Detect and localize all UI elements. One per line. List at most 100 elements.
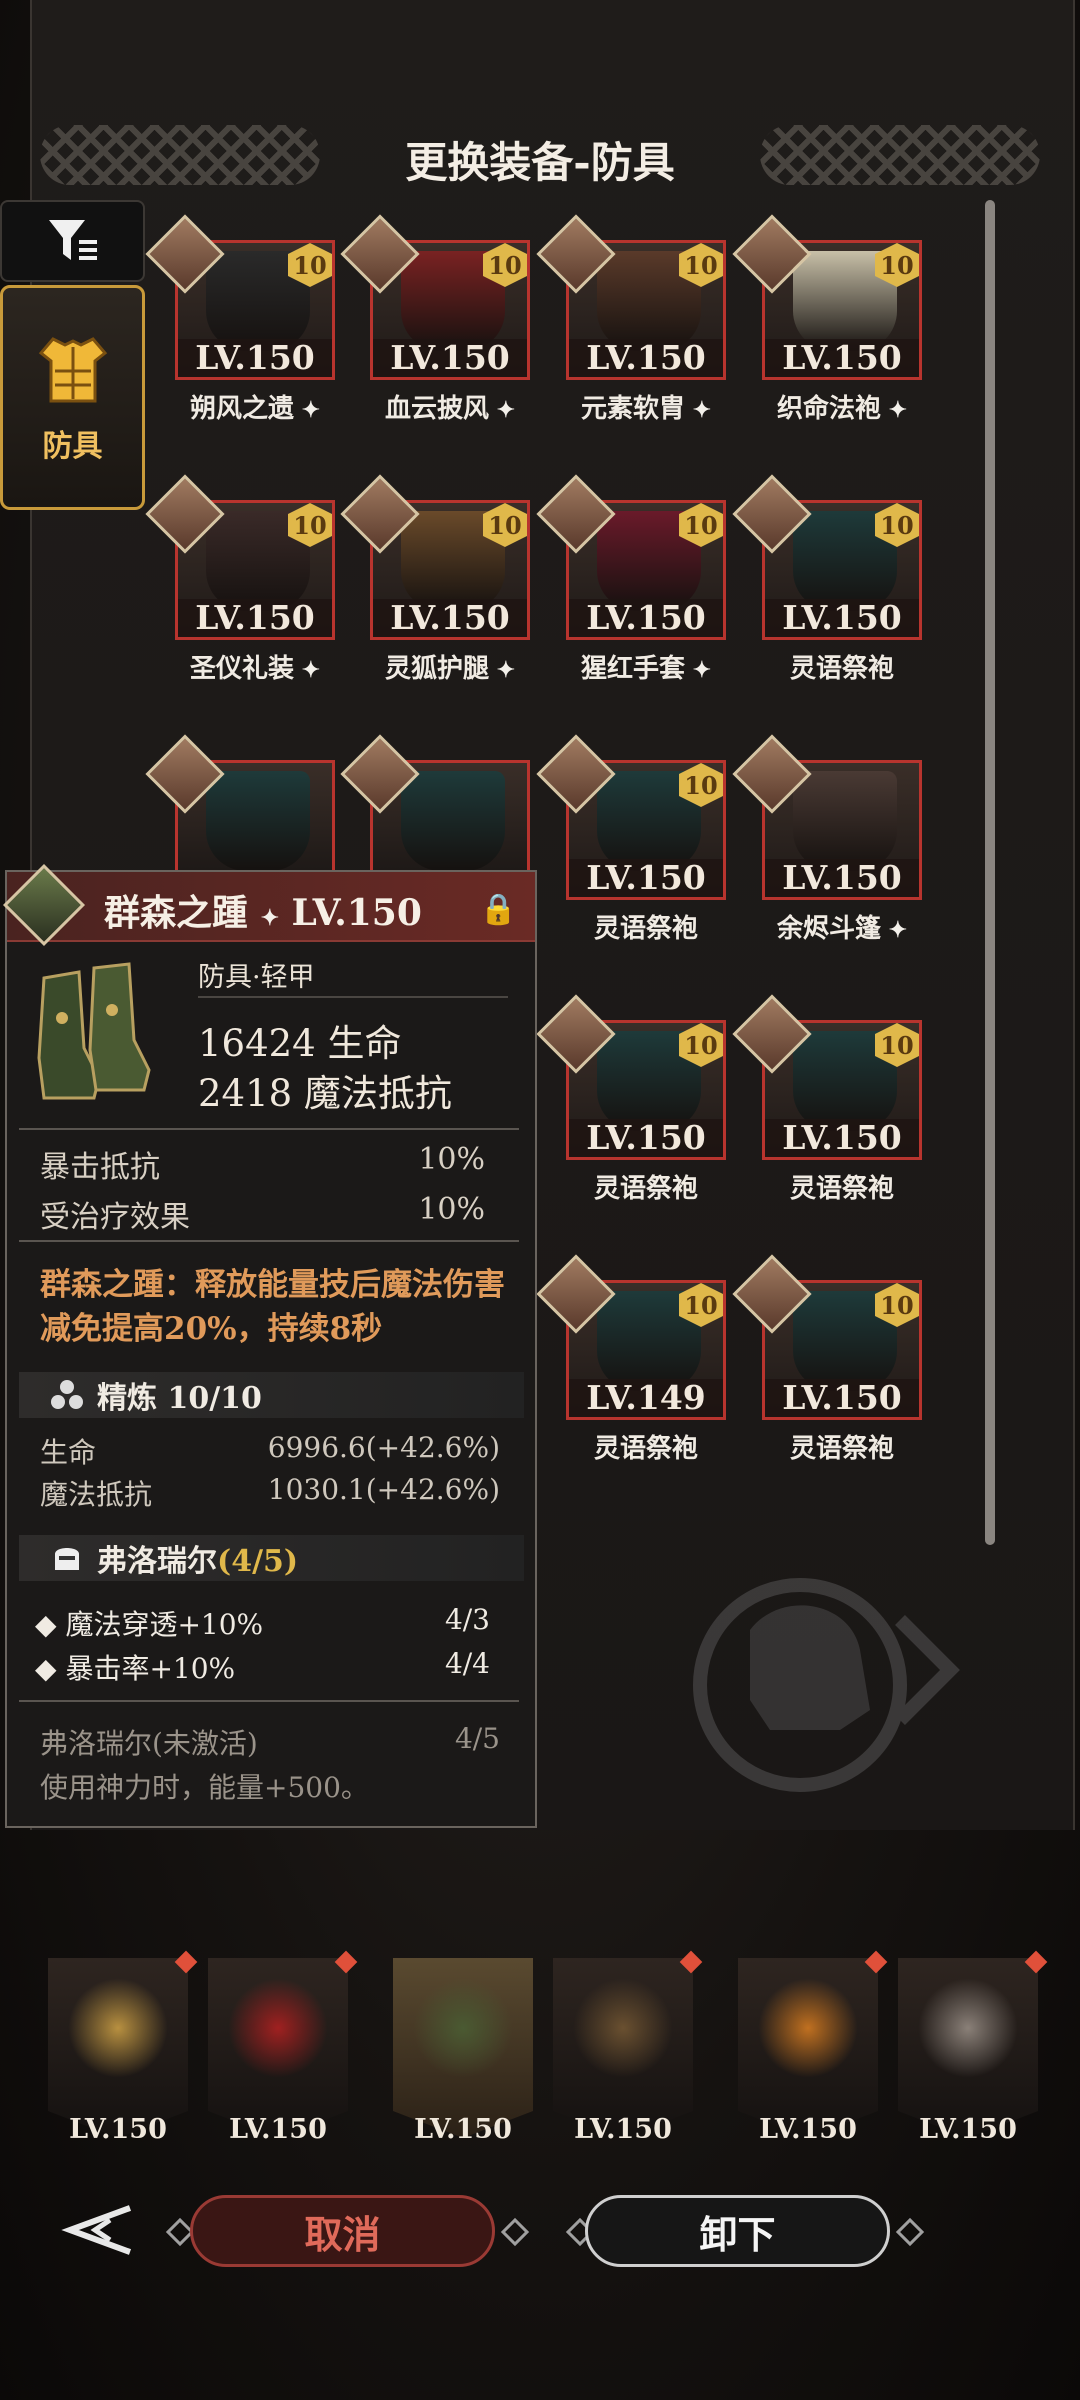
scrollbar[interactable]: [985, 200, 995, 1545]
item-name: 灵语祭袍: [789, 1434, 894, 1464]
item-name: 血云披风 ✦: [384, 394, 516, 424]
set-bonus-value: 4/3: [444, 1603, 490, 1636]
ring-icon: [758, 1978, 858, 2078]
set-section: 弗洛瑞尔(4/5): [19, 1535, 524, 1581]
equipment-card[interactable]: LV.150 10 元素软胄 ✦: [536, 214, 726, 424]
equipment-card[interactable]: [340, 734, 530, 870]
divider: [19, 1128, 519, 1130]
detail-item-level: LV.150: [291, 892, 422, 934]
boots-icon: [413, 1978, 513, 2078]
equipment-card[interactable]: LV.150 10 灵狐护腿 ✦: [340, 474, 530, 684]
lock-icon[interactable]: 🔒: [480, 892, 517, 927]
equipment-card[interactable]: LV.150 10 织命法袍 ✦: [732, 214, 922, 424]
item-level: LV.150: [569, 599, 723, 637]
equipment-card[interactable]: LV.150 10 血云披风 ✦: [340, 214, 530, 424]
filter-icon: [48, 220, 97, 260]
type-divider: [198, 996, 508, 998]
armor-piece-icon: [793, 771, 897, 871]
item-level: LV.150: [569, 859, 723, 897]
item-name: 灵狐护腿 ✦: [384, 654, 516, 684]
set-bonus-row: ◆ 魔法穿透+10% 4/3: [35, 1603, 490, 1643]
sub-stat-value: 10%: [418, 1142, 485, 1177]
main-stat-mres: 2418 魔法抵抗: [198, 1072, 452, 1115]
filter-tab[interactable]: [0, 200, 145, 282]
equipped-slot[interactable]: LV.150: [738, 1950, 888, 2145]
page-title: 更换装备-防具: [405, 138, 675, 187]
equipment-card[interactable]: LV.150 10 朔风之遗 ✦: [145, 214, 335, 424]
item-level: LV.150: [569, 1119, 723, 1157]
equipped-slot[interactable]: LV.150: [393, 1958, 533, 2145]
equipment-card[interactable]: LV.150 10 灵语祭袍: [536, 994, 726, 1204]
unequip-button[interactable]: 卸下: [585, 2195, 890, 2267]
slot-level: LV.150: [229, 2114, 327, 2145]
star-icon: ✦: [260, 905, 279, 931]
equipment-card[interactable]: LV.149 10 灵语祭袍: [536, 1254, 726, 1464]
crossbow-icon: [68, 1978, 168, 2078]
detail-item-name: 群森之踵: [104, 892, 249, 934]
refine-stat-value: 1030.1(+42.6%): [267, 1473, 500, 1506]
equipment-card[interactable]: LV.150 余烬斗篷 ✦: [732, 734, 922, 944]
armor-icon: [38, 336, 107, 402]
equipment-card[interactable]: LV.150 10 灵语祭袍: [732, 1254, 922, 1464]
equipped-slot[interactable]: LV.150: [898, 1950, 1048, 2145]
item-name: 灵语祭袍: [593, 914, 698, 944]
equipment-card[interactable]: LV.150 10 灵语祭袍: [732, 994, 922, 1204]
equipped-slot[interactable]: LV.150: [208, 1950, 358, 2145]
item-name: 灵语祭袍: [593, 1174, 698, 1204]
armor-piece-icon: [401, 771, 505, 870]
set-count: (4/5): [217, 1544, 299, 1579]
detail-title: 群森之踵 ✦ LV.150: [104, 884, 422, 936]
back-icon[interactable]: [50, 2200, 140, 2260]
item-level: LV.150: [569, 339, 723, 377]
item-level: LV.150: [178, 599, 332, 637]
equipment-card[interactable]: LV.150 10 圣仪礼装 ✦: [145, 474, 335, 684]
scrollbar-thumb[interactable]: [985, 200, 995, 1545]
refine-stat-value: 6996.6(+42.6%): [267, 1431, 500, 1464]
star-icon: ✦: [684, 657, 712, 683]
equipped-slot[interactable]: LV.150: [553, 1950, 703, 2145]
boots-icon: [37, 962, 151, 1100]
header: 更换装备-防具: [30, 115, 1050, 195]
main-stat-hp: 16424 生命: [198, 1022, 402, 1065]
equipment-card[interactable]: LV.150 10 灵语祭袍: [732, 474, 922, 684]
star-icon: ✦: [293, 397, 321, 423]
equipment-card[interactable]: [145, 734, 335, 870]
set-bonus-row: ◆ 暴击率+10% 4/4: [35, 1647, 490, 1687]
set-bonus-value: 4/4: [444, 1647, 490, 1680]
divider: [19, 1240, 519, 1242]
divider: [19, 1700, 519, 1702]
detail-header: 群森之踵 ✦ LV.150 🔒: [2, 863, 535, 947]
refine-label: 精炼 10/10: [97, 1381, 262, 1416]
sub-stat-label: 暴击抵抗: [40, 1150, 160, 1185]
set-inactive-desc: 使用神力时，能量+500。: [40, 1771, 369, 1804]
tab-armor[interactable]: 防具: [0, 285, 145, 510]
set-name: 弗洛瑞尔: [97, 1544, 217, 1579]
item-level: LV.149: [569, 1379, 723, 1417]
staff-icon: [228, 1978, 328, 2078]
hero-avatar: [2, 863, 86, 947]
set-bonus-label: ◆ 魔法穿透+10%: [35, 1608, 264, 1641]
slot-level: LV.150: [414, 2114, 512, 2145]
antler-crown-icon: [573, 1978, 673, 2078]
refine-stat-label: 生命: [40, 1436, 97, 1469]
item-level: LV.150: [765, 599, 919, 637]
refine-icon: [51, 1380, 83, 1409]
item-name: 灵语祭袍: [789, 654, 894, 684]
set-bonus-label: ◆ 暴击率+10%: [35, 1652, 236, 1685]
refine-stat-label: 魔法抵抗: [40, 1478, 153, 1511]
equipment-card[interactable]: LV.150 10 灵语祭袍: [536, 734, 726, 944]
item-name: 灵语祭袍: [593, 1434, 698, 1464]
slot-level: LV.150: [759, 2114, 857, 2145]
star-icon: ✦: [880, 917, 908, 943]
item-name: 朔风之遗 ✦: [189, 394, 321, 424]
helmet-icon: [55, 1548, 79, 1570]
equipped-slot[interactable]: LV.150: [48, 1950, 198, 2145]
item-name: 余烬斗篷 ✦: [776, 914, 908, 944]
item-name: 猩红手套 ✦: [580, 654, 712, 684]
item-level: LV.150: [765, 1119, 919, 1157]
equipment-card[interactable]: LV.150 10 猩红手套 ✦: [536, 474, 726, 684]
item-name: 织命法袍 ✦: [776, 394, 908, 424]
cancel-button[interactable]: 取消: [190, 2195, 495, 2267]
knight-emblem-icon: [693, 1578, 960, 1792]
item-type: 防具·轻甲: [198, 962, 315, 993]
